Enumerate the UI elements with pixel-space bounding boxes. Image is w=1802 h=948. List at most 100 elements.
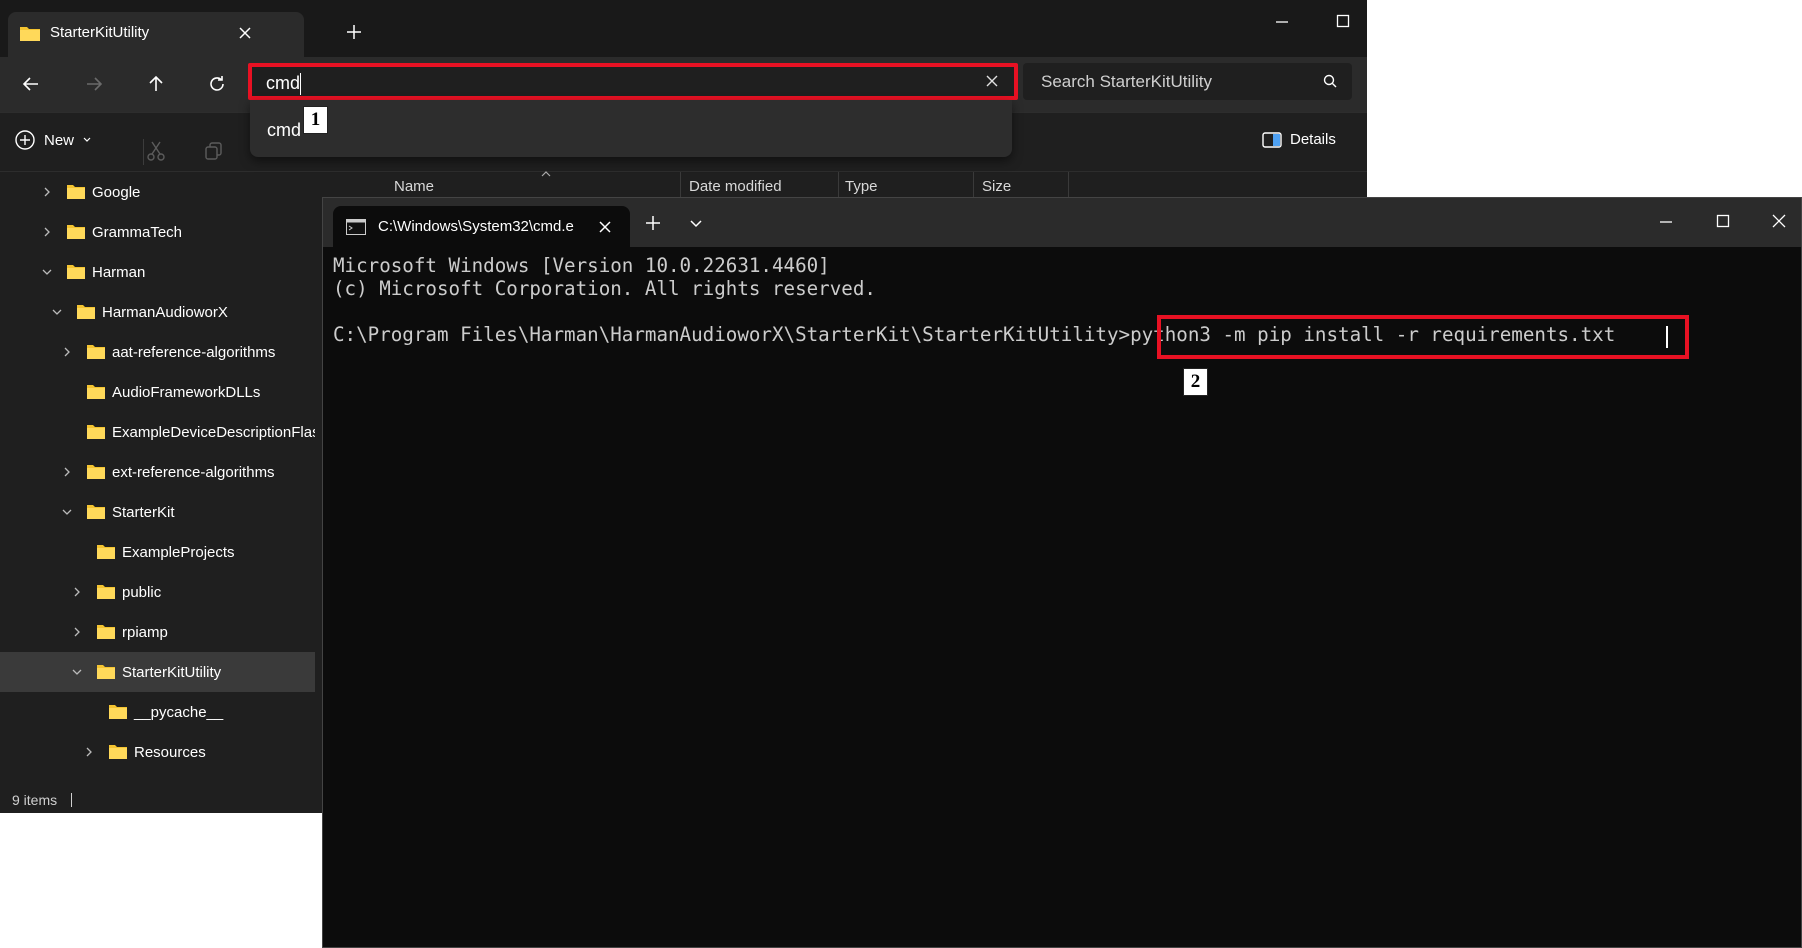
minimize-icon[interactable]	[1658, 214, 1674, 230]
folder-icon	[86, 424, 106, 440]
chevron-right-icon[interactable]	[60, 345, 74, 359]
tree-item[interactable]: AudioFrameworkDLLs	[0, 372, 315, 412]
up-arrow-icon[interactable]	[139, 67, 173, 101]
tree-item-label: ext-reference-algorithms	[112, 463, 275, 481]
step-badge: 2	[1183, 368, 1208, 396]
tree-item-label: Google	[92, 183, 141, 201]
terminal-tab[interactable]: C:\Windows\System32\cmd.e	[333, 206, 630, 247]
tree-item[interactable]: ExampleDeviceDescriptionFlas	[0, 412, 315, 452]
address-bar[interactable]: cmd	[248, 63, 1018, 100]
search-icon[interactable]	[1322, 73, 1338, 89]
suggestion-item[interactable]: cmd	[267, 120, 301, 141]
search-field[interactable]: Search StarterKitUtility	[1023, 63, 1352, 100]
search-placeholder: Search StarterKitUtility	[1041, 72, 1212, 91]
tree-item-label: StarterKitUtility	[122, 663, 222, 681]
chevron-right-icon[interactable]	[60, 465, 74, 479]
chevron-right-icon[interactable]	[82, 745, 96, 759]
chevron-down-icon[interactable]	[50, 305, 64, 319]
tree-item[interactable]: Resources	[0, 732, 315, 772]
folder-icon	[96, 664, 116, 680]
folder-icon	[76, 304, 96, 320]
tree-item[interactable]: Google	[0, 172, 315, 212]
column-size[interactable]: Size	[982, 178, 1011, 195]
no-expander	[60, 425, 74, 439]
maximize-icon[interactable]	[1715, 213, 1731, 229]
address-input[interactable]: cmd	[266, 73, 300, 94]
item-count: 9 items	[12, 792, 58, 808]
close-tab-icon[interactable]	[597, 219, 613, 235]
no-expander	[70, 545, 84, 559]
toolbar-divider	[143, 139, 145, 165]
sort-ascending-icon	[540, 170, 552, 178]
cut-icon[interactable]	[146, 140, 166, 162]
new-button-label: New	[44, 131, 75, 149]
chevron-right-icon[interactable]	[40, 185, 54, 199]
column-name[interactable]: Name	[394, 178, 434, 195]
tree-item[interactable]: GrammaTech	[0, 212, 315, 252]
explorer-tab[interactable]: StarterKitUtility	[8, 12, 304, 57]
folder-icon	[96, 584, 116, 600]
chevron-right-icon[interactable]	[70, 585, 84, 599]
folder-icon	[108, 744, 128, 760]
folder-icon	[66, 264, 86, 280]
chevron-right-icon[interactable]	[70, 625, 84, 639]
text-caret	[1666, 326, 1668, 348]
refresh-icon[interactable]	[200, 67, 234, 101]
tree-item[interactable]: Harman	[0, 252, 315, 292]
chevron-down-icon[interactable]	[689, 219, 703, 229]
column-date-modified[interactable]: Date modified	[689, 178, 782, 195]
tree-item[interactable]: __pycache__	[0, 692, 315, 732]
no-expander	[60, 385, 74, 399]
terminal-window: C:\Windows\System32\cmd.e Microsoft Wind…	[322, 197, 1802, 948]
minimize-icon[interactable]	[1274, 14, 1290, 30]
tree-item-selected[interactable]: StarterKitUtility	[0, 652, 315, 692]
close-tab-icon[interactable]	[237, 25, 253, 41]
tree-item[interactable]: rpiamp	[0, 612, 315, 652]
tree-item[interactable]: aat-reference-algorithms	[0, 332, 315, 372]
tree-item-label: StarterKit	[112, 503, 175, 521]
cmd-icon	[346, 219, 366, 235]
status-divider	[71, 793, 72, 807]
column-type[interactable]: Type	[845, 178, 878, 195]
chevron-down-icon[interactable]	[40, 265, 54, 279]
clear-icon[interactable]	[984, 73, 1000, 89]
maximize-icon[interactable]	[1335, 13, 1351, 29]
tree-item-label: GrammaTech	[92, 223, 183, 241]
chevron-down-icon[interactable]	[60, 505, 74, 519]
back-arrow-icon[interactable]	[14, 67, 48, 101]
chevron-down-icon	[82, 135, 92, 145]
no-expander	[82, 705, 96, 719]
text-caret	[300, 73, 301, 95]
folder-icon	[19, 25, 41, 42]
new-tab-icon[interactable]	[645, 215, 661, 231]
address-suggestions: cmd 1	[250, 100, 1012, 157]
copy-icon[interactable]	[204, 141, 224, 161]
details-label: Details	[1290, 131, 1336, 148]
forward-arrow-icon[interactable]	[77, 67, 111, 101]
tree-item-label: rpiamp	[122, 623, 168, 641]
folder-icon	[96, 544, 116, 560]
close-window-icon[interactable]	[1771, 213, 1787, 229]
chevron-down-icon[interactable]	[70, 665, 84, 679]
tree-item-label: ExampleDeviceDescriptionFlas	[112, 423, 315, 441]
details-button[interactable]: Details	[1262, 131, 1336, 148]
tree-item[interactable]: HarmanAudioworX	[0, 292, 315, 332]
tree-item-label: HarmanAudioworX	[102, 303, 228, 321]
tree-item[interactable]: StarterKit	[0, 492, 315, 532]
terminal-line: (c) Microsoft Corporation. All rights re…	[333, 277, 876, 300]
new-tab-icon[interactable]	[346, 24, 362, 40]
tree-item[interactable]: ext-reference-algorithms	[0, 452, 315, 492]
new-button[interactable]: New	[14, 129, 92, 151]
tree-item-label: __pycache__	[134, 703, 224, 721]
folder-icon	[86, 384, 106, 400]
explorer-titlebar: StarterKitUtility	[0, 0, 1367, 57]
tree-item[interactable]: ExampleProjects	[0, 532, 315, 572]
explorer-tab-title: StarterKitUtility	[50, 24, 150, 41]
chevron-right-icon[interactable]	[40, 225, 54, 239]
folder-icon	[66, 224, 86, 240]
tree-item-label: Harman	[92, 263, 146, 281]
folder-icon	[66, 184, 86, 200]
plus-circle-icon	[14, 129, 36, 151]
terminal-tab-title: C:\Windows\System32\cmd.e	[378, 218, 574, 235]
tree-item[interactable]: public	[0, 572, 315, 612]
